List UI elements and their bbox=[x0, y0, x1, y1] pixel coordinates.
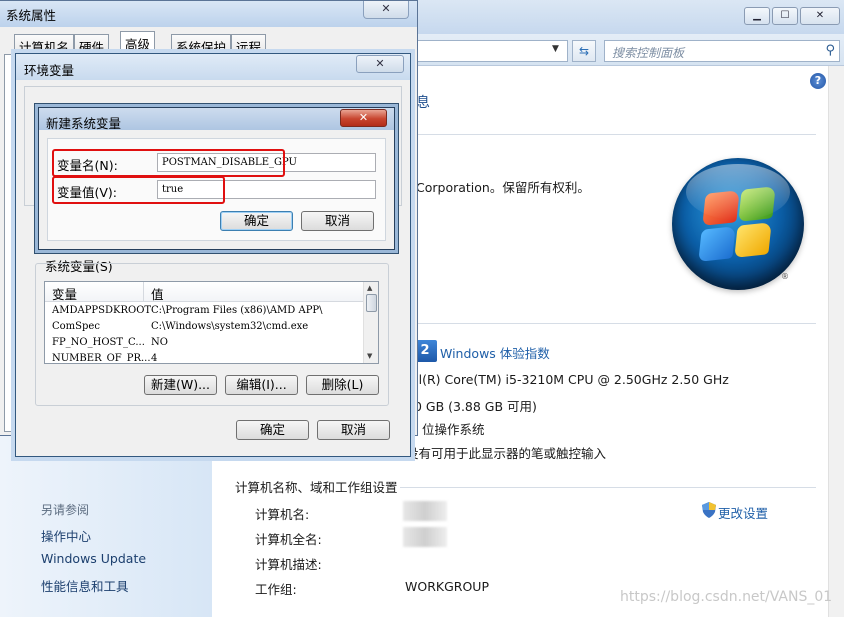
page-title: 息 bbox=[416, 95, 430, 111]
copyright-text: Corporation。保留所有权利。 bbox=[416, 180, 590, 195]
help-icon[interactable]: ? bbox=[810, 73, 826, 89]
see-also-heading: 另请参阅 bbox=[41, 503, 90, 517]
minimize-icon[interactable]: ▁ bbox=[744, 7, 770, 25]
windows-logo-icon bbox=[672, 158, 804, 290]
scroll-down-icon[interactable]: ▼ bbox=[367, 352, 372, 360]
workgroup-label: 工作组: bbox=[255, 582, 297, 597]
row-name: AMDAPPSDKROOT bbox=[52, 305, 152, 316]
address-box[interactable] bbox=[418, 40, 568, 62]
scrollbar[interactable] bbox=[828, 66, 844, 617]
scroll-up-icon[interactable]: ▲ bbox=[367, 284, 372, 292]
cancel-button[interactable]: 取消 bbox=[301, 211, 374, 231]
edit-variable-button[interactable]: 编辑(I)... bbox=[225, 375, 298, 395]
full-name-label: 计算机全名: bbox=[255, 532, 322, 547]
scrollbar[interactable]: ▲ ▼ bbox=[363, 282, 378, 363]
maximize-icon[interactable]: ☐ bbox=[772, 7, 798, 25]
section-title: 计算机名称、域和工作组设置 bbox=[235, 480, 398, 495]
change-settings-link[interactable]: 更改设置 bbox=[718, 503, 768, 522]
dialog-title: 系统属性 bbox=[6, 8, 57, 23]
os-type-value: 位操作系统 bbox=[422, 422, 485, 437]
tab-system-protection[interactable]: 系统保护 bbox=[171, 34, 232, 55]
dialog-title: 新建系统变量 bbox=[46, 116, 122, 131]
memory-value: 00 GB (3.88 GB 可用) bbox=[406, 399, 537, 414]
link-windows-update[interactable]: Windows Update bbox=[41, 551, 146, 566]
column-header-value[interactable]: 值 bbox=[151, 284, 164, 303]
tab-advanced[interactable]: 高级 bbox=[120, 31, 156, 55]
search-icon[interactable]: ⚲ bbox=[825, 43, 835, 58]
watermark: https://blog.csdn.net/VANS_01 bbox=[620, 589, 833, 605]
newvar-titlebar: 新建系统变量 ✕ bbox=[39, 108, 394, 131]
close-icon[interactable]: ✕ bbox=[356, 55, 404, 73]
delete-variable-button[interactable]: 删除(L) bbox=[306, 375, 379, 395]
close-icon[interactable]: ✕ bbox=[340, 109, 387, 127]
row-value: 4 bbox=[151, 353, 158, 364]
ok-button[interactable]: 确定 bbox=[236, 420, 309, 440]
row-name: FP_NO_HOST_C... bbox=[52, 337, 145, 348]
row-value: C:\Program Files (x86)\AMD APP\ bbox=[151, 305, 323, 316]
search-placeholder: 搜索控制面板 bbox=[612, 46, 685, 60]
wei-link[interactable]: Windows 体验指数 bbox=[440, 343, 550, 362]
link-performance-tools[interactable]: 性能信息和工具 bbox=[41, 576, 129, 595]
divider bbox=[414, 134, 816, 135]
table-row[interactable]: AMDAPPSDKROOT C:\Program Files (x86)\AMD… bbox=[45, 303, 363, 319]
scroll-thumb[interactable] bbox=[366, 294, 377, 312]
env-titlebar: 环境变量 ✕ bbox=[16, 54, 410, 80]
redacted-computer-name bbox=[403, 501, 447, 521]
table-row[interactable]: FP_NO_HOST_C... NO bbox=[45, 335, 363, 351]
list-header: 变量 值 bbox=[45, 282, 363, 302]
system-properties-titlebar: 系统属性 ✕ bbox=[0, 1, 417, 27]
highlight-box bbox=[52, 149, 285, 177]
pen-touch-value: 没有可用于此显示器的笔或触控输入 bbox=[406, 446, 607, 461]
cancel-button[interactable]: 取消 bbox=[317, 420, 390, 440]
ok-button[interactable]: 确定 bbox=[220, 211, 293, 231]
close-icon[interactable]: ✕ bbox=[363, 1, 409, 19]
computer-name-label: 计算机名: bbox=[255, 507, 310, 522]
tab-computer-name[interactable]: 计算机名 bbox=[14, 34, 75, 55]
trademark-mark: ® bbox=[781, 272, 789, 281]
highlight-box bbox=[52, 176, 225, 204]
row-value: C:\Windows\system32\cmd.exe bbox=[151, 321, 309, 332]
column-header-variable[interactable]: 变量 bbox=[52, 284, 77, 303]
dialog-title: 环境变量 bbox=[24, 63, 75, 78]
tab-hardware[interactable]: 硬件 bbox=[74, 34, 110, 55]
new-variable-button[interactable]: 新建(W)... bbox=[144, 375, 217, 395]
link-action-center[interactable]: 操作中心 bbox=[41, 526, 91, 545]
chevron-down-icon[interactable]: ▼ bbox=[552, 44, 559, 54]
divider bbox=[400, 487, 816, 488]
system-variables-list[interactable]: 变量 值 AMDAPPSDKROOT C:\Program Files (x86… bbox=[44, 281, 379, 364]
redacted-full-name bbox=[403, 527, 447, 547]
shield-icon bbox=[702, 502, 716, 518]
divider bbox=[414, 323, 816, 324]
table-row[interactable]: NUMBER_OF_PR... 4 bbox=[45, 351, 363, 364]
tab-remote[interactable]: 远程 bbox=[231, 34, 267, 55]
cpu-value: tel(R) Core(TM) i5-3210M CPU @ 2.50GHz 2… bbox=[406, 372, 729, 387]
refresh-icon[interactable]: ⇆ bbox=[572, 40, 596, 62]
close-icon[interactable]: ✕ bbox=[800, 7, 840, 25]
search-input[interactable]: 搜索控制面板 ⚲ bbox=[604, 40, 840, 62]
row-name: NUMBER_OF_PR... bbox=[52, 353, 151, 364]
row-value: NO bbox=[151, 337, 168, 348]
table-row[interactable]: ComSpec C:\Windows\system32\cmd.exe bbox=[45, 319, 363, 335]
workgroup-value: WORKGROUP bbox=[405, 579, 489, 594]
row-name: ComSpec bbox=[52, 321, 100, 332]
description-label: 计算机描述: bbox=[255, 557, 322, 572]
